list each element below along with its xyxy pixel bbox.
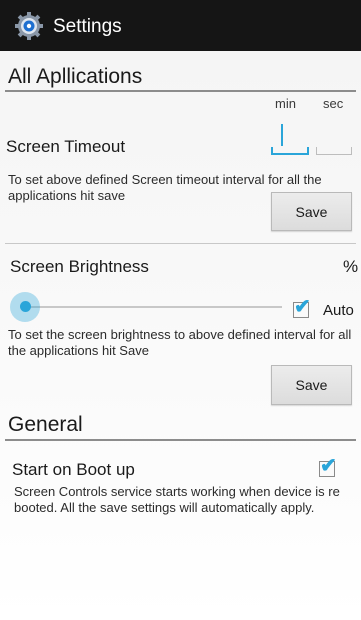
- brightness-slider-thumb[interactable]: [19, 301, 31, 312]
- brightness-description: To set the screen brightness to above de…: [8, 327, 352, 358]
- text-cursor: [281, 124, 283, 146]
- timeout-sec-input[interactable]: [316, 147, 352, 155]
- auto-label: Auto: [323, 302, 354, 319]
- save-brightness-button[interactable]: Save: [271, 365, 352, 405]
- brightness-slider-track[interactable]: [25, 306, 282, 308]
- section-divider: [5, 439, 356, 441]
- check-icon: ✔: [294, 296, 311, 318]
- screen-brightness-label: Screen Brightness: [10, 257, 149, 276]
- section-title-general: General: [8, 413, 83, 436]
- min-label: min: [275, 96, 296, 111]
- boot-description: Screen Controls service starts working w…: [14, 484, 340, 515]
- start-on-boot-label: Start on Boot up: [12, 460, 135, 479]
- timeout-min-input[interactable]: [271, 147, 309, 155]
- check-icon: ✔: [320, 455, 337, 477]
- gear-icon[interactable]: [14, 11, 44, 41]
- save-timeout-button[interactable]: Save: [271, 192, 352, 231]
- page-title: Settings: [53, 16, 122, 37]
- section-title-all-applications: All Apllications: [8, 65, 143, 88]
- sec-label: sec: [323, 96, 344, 111]
- screen-timeout-label: Screen Timeout: [6, 137, 126, 156]
- section-divider: [5, 90, 356, 92]
- brightness-unit-label: %: [343, 257, 359, 276]
- divider: [5, 243, 356, 244]
